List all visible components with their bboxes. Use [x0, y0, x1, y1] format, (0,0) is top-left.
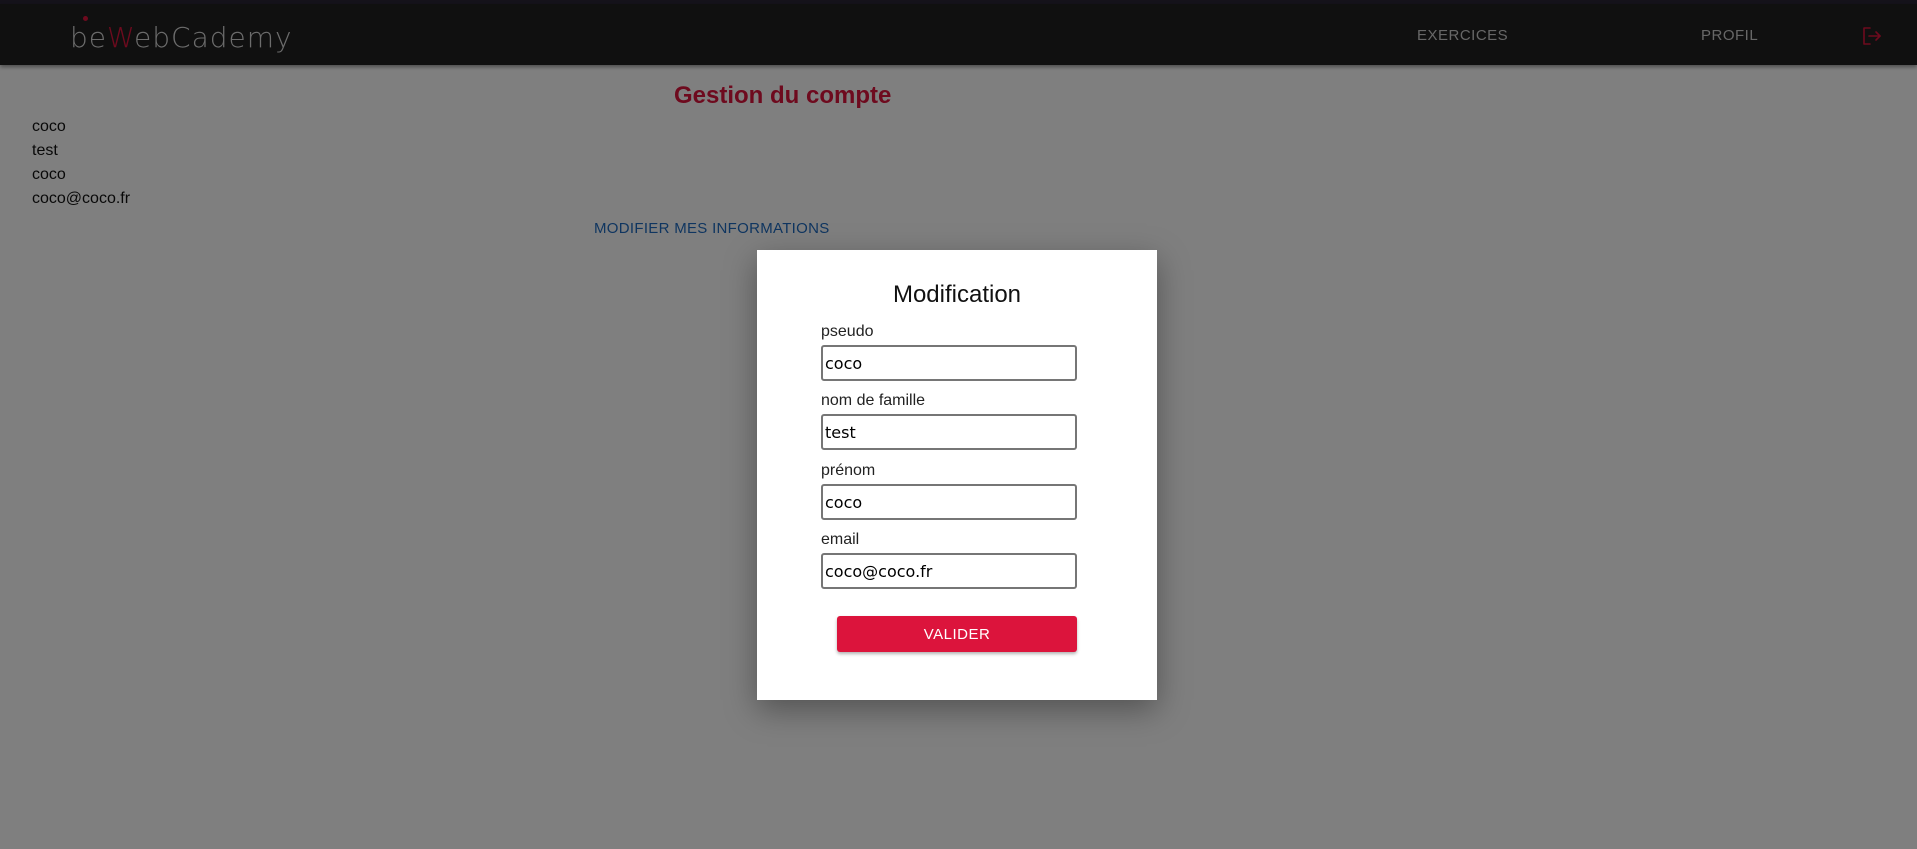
nom-label: nom de famille	[821, 392, 926, 409]
prenom-input[interactable]	[821, 484, 1077, 520]
pseudo-input[interactable]	[821, 345, 1077, 381]
pseudo-label: pseudo	[821, 323, 874, 340]
email-input[interactable]	[821, 553, 1077, 589]
modal-title: Modification	[892, 281, 1022, 308]
nom-input[interactable]	[821, 414, 1077, 450]
page: beWebCademy EXERCICES PROFIL Gestion du …	[0, 0, 1917, 849]
valider-button[interactable]: VALIDER	[837, 616, 1077, 652]
email-label: email	[821, 531, 860, 548]
modification-modal: Modification pseudo nom de famille préno…	[757, 250, 1157, 700]
prenom-label: prénom	[821, 462, 876, 479]
